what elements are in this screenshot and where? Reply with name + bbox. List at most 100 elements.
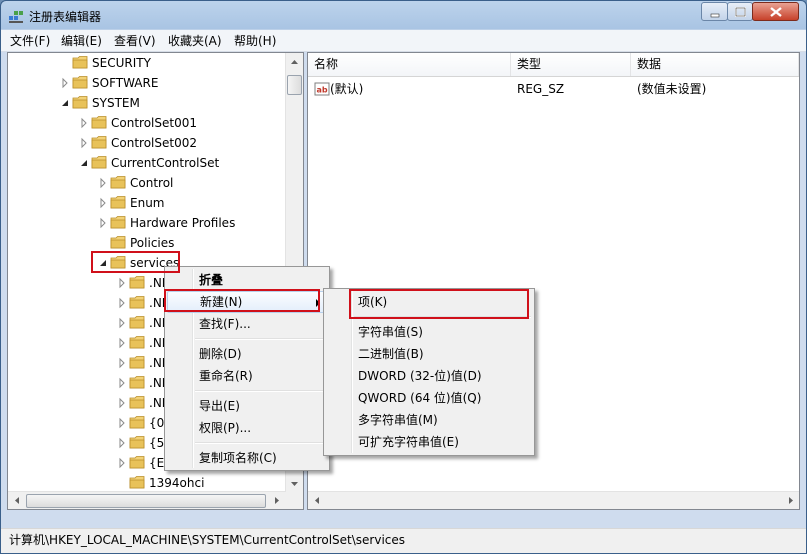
tree-item-label: CurrentControlSet xyxy=(111,156,220,170)
submenu-item[interactable]: DWORD (32-位)值(D) xyxy=(326,365,532,387)
collapsed-arrow-icon[interactable] xyxy=(117,433,127,453)
close-icon xyxy=(770,7,782,17)
menu-bar: 文件(F) 编辑(E) 查看(V) 收藏夹(A) 帮助(H) xyxy=(1,30,806,52)
folder-icon xyxy=(129,436,145,449)
tree-item[interactable]: ControlSet002 xyxy=(8,133,286,153)
expanded-arrow-icon[interactable] xyxy=(60,93,70,113)
collapsed-arrow-icon[interactable] xyxy=(117,353,127,373)
column-name[interactable]: 名称 xyxy=(308,53,511,76)
folder-icon xyxy=(129,336,145,349)
submenu-item[interactable]: QWORD (64 位)值(Q) xyxy=(326,387,532,409)
collapsed-arrow-icon[interactable] xyxy=(117,273,127,293)
folder-icon xyxy=(72,76,88,89)
collapsed-arrow-icon[interactable] xyxy=(117,333,127,353)
menu-favorites[interactable]: 收藏夹(A) xyxy=(167,33,223,49)
context-menu-item[interactable]: 复制项名称(C) xyxy=(167,447,327,469)
collapsed-arrow-icon[interactable] xyxy=(79,133,89,153)
folder-icon xyxy=(129,276,145,289)
tree-item[interactable]: 1394ohci xyxy=(8,473,286,493)
value-data: (数值未设置) xyxy=(637,82,707,96)
maximize-button[interactable] xyxy=(727,2,753,21)
tree-item[interactable]: SECURITY xyxy=(8,53,286,73)
collapsed-arrow-icon[interactable] xyxy=(117,293,127,313)
submenu-item[interactable]: 二进制值(B) xyxy=(326,343,532,365)
tree-item[interactable]: CurrentControlSet xyxy=(8,153,286,173)
value-name: (默认) xyxy=(330,82,364,96)
folder-icon xyxy=(129,376,145,389)
values-horizontal-scrollbar[interactable] xyxy=(308,491,799,509)
context-menu-item[interactable]: 删除(D) xyxy=(167,343,327,365)
folder-icon xyxy=(129,456,145,469)
minimize-icon xyxy=(710,13,720,18)
collapsed-arrow-icon[interactable] xyxy=(60,73,70,93)
folder-icon xyxy=(110,256,126,269)
context-menu-item[interactable]: 折叠 xyxy=(167,269,327,291)
context-menu-item[interactable]: 权限(P)... xyxy=(167,417,327,439)
scroll-up-button[interactable] xyxy=(286,53,303,70)
folder-icon xyxy=(129,296,145,309)
column-data[interactable]: 数据 xyxy=(631,53,799,76)
collapsed-arrow-icon[interactable] xyxy=(117,313,127,333)
tree-item[interactable]: Policies xyxy=(8,233,286,253)
folder-icon xyxy=(110,236,126,249)
collapsed-arrow-icon[interactable] xyxy=(117,373,127,393)
title-bar[interactable]: 注册表编辑器 xyxy=(1,1,806,30)
collapsed-arrow-icon[interactable] xyxy=(79,113,89,133)
string-value-icon: ab xyxy=(314,82,330,96)
collapsed-arrow-icon[interactable] xyxy=(117,453,127,473)
submenu-item-label: 可扩充字符串值(E) xyxy=(358,435,459,449)
submenu-item[interactable]: 字符串值(S) xyxy=(326,321,532,343)
window-title: 注册表编辑器 xyxy=(29,10,102,24)
tree-item[interactable]: SYSTEM xyxy=(8,93,286,113)
scroll-thumb[interactable] xyxy=(287,75,302,95)
tree-item-label: SECURITY xyxy=(92,56,151,70)
arrow-right-icon[interactable] xyxy=(782,492,799,509)
collapsed-arrow-icon[interactable] xyxy=(98,213,108,233)
arrow-up-icon xyxy=(291,60,298,64)
context-menu-item-label: 复制项名称(C) xyxy=(199,451,277,465)
list-item[interactable]: ab (默认) REG_SZ (数值未设置) xyxy=(308,79,799,99)
submenu-item[interactable]: 项(K) xyxy=(326,291,532,313)
tree-horizontal-scrollbar[interactable] xyxy=(8,491,286,509)
menu-separator xyxy=(195,390,326,392)
submenu-item-label: 二进制值(B) xyxy=(358,347,424,361)
tree-item[interactable]: ControlSet001 xyxy=(8,113,286,133)
collapsed-arrow-icon[interactable] xyxy=(117,413,127,433)
collapsed-arrow-icon[interactable] xyxy=(117,393,127,413)
submenu-item[interactable]: 多字符串值(M) xyxy=(326,409,532,431)
menu-edit[interactable]: 编辑(E) xyxy=(60,33,103,49)
menu-view[interactable]: 查看(V) xyxy=(113,33,157,49)
expanded-arrow-icon[interactable] xyxy=(98,253,108,273)
tree-item[interactable]: Control xyxy=(8,173,286,193)
arrow-left-icon[interactable] xyxy=(308,492,325,509)
column-type[interactable]: 类型 xyxy=(511,53,631,76)
minimize-button[interactable] xyxy=(701,2,728,21)
context-menu-item[interactable]: 查找(F)... xyxy=(167,313,327,335)
scroll-down-button[interactable] xyxy=(286,475,303,492)
folder-icon xyxy=(129,396,145,409)
regedit-window: 注册表编辑器 文件(F) 编辑(E) 查看(V) 收藏夹(A) 帮助(H) SE… xyxy=(0,0,807,554)
status-path: 计算机\HKEY_LOCAL_MACHINE\SYSTEM\CurrentCon… xyxy=(9,533,406,547)
tree-item-label: ControlSet001 xyxy=(111,116,197,130)
folder-icon xyxy=(129,356,145,369)
horizontal-scroll-thumb[interactable] xyxy=(26,494,266,508)
close-button[interactable] xyxy=(752,2,799,21)
menu-help[interactable]: 帮助(H) xyxy=(233,33,277,49)
submenu-item[interactable]: 可扩充字符串值(E) xyxy=(326,431,532,453)
tree-item[interactable]: Hardware Profiles xyxy=(8,213,286,233)
tree-item[interactable]: Enum xyxy=(8,193,286,213)
menu-file[interactable]: 文件(F) xyxy=(9,33,51,49)
collapsed-arrow-icon[interactable] xyxy=(98,193,108,213)
context-menu-item[interactable]: 新建(N) xyxy=(167,291,327,313)
arrow-right-icon[interactable] xyxy=(268,492,285,509)
expanded-arrow-icon[interactable] xyxy=(79,153,89,173)
arrow-left-icon[interactable] xyxy=(8,492,25,509)
menu-separator xyxy=(195,338,326,340)
collapsed-arrow-icon[interactable] xyxy=(98,173,108,193)
context-menu-item[interactable]: 导出(E) xyxy=(167,395,327,417)
context-menu-item[interactable]: 重命名(R) xyxy=(167,365,327,387)
list-header: 名称 类型 数据 xyxy=(308,53,799,77)
tree-item[interactable]: SOFTWARE xyxy=(8,73,286,93)
menu-separator xyxy=(195,442,326,444)
folder-icon xyxy=(91,136,107,149)
